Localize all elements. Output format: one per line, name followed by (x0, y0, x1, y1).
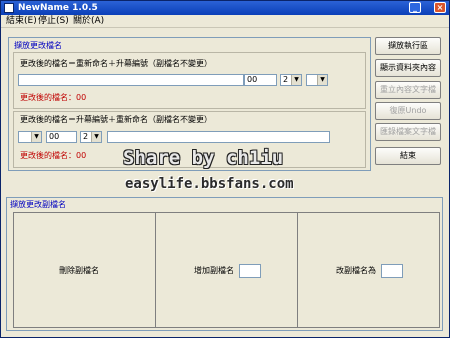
start-number-input-1[interactable]: 00 (244, 74, 277, 86)
digits-value-1: 2 (283, 75, 289, 84)
new-name-input-2[interactable] (107, 131, 330, 143)
show-folder-button[interactable]: 顯示資料夾內容 (375, 59, 441, 77)
minimize-icon[interactable]: _ (409, 2, 421, 13)
chevron-down-icon[interactable]: ▼ (291, 75, 301, 85)
add-extension-input[interactable] (239, 264, 261, 278)
formula-label-1: 更改後的檔名＝重新命名＋升幕編號（副檔名不變更） (20, 59, 212, 68)
result-label-1: 更改後的檔名：00 (20, 93, 87, 102)
undo-button[interactable]: 復原Undo (375, 102, 441, 120)
order-select-1[interactable]: ▼ (306, 74, 328, 86)
digits-select-1[interactable]: 2 ▼ (280, 74, 302, 86)
digits-select-2[interactable]: 2 ▼ (80, 131, 102, 143)
chevron-down-icon[interactable]: ▼ (317, 75, 327, 85)
start-rename-button[interactable]: 擷放執行區 (375, 37, 441, 55)
add-extension-label[interactable]: 增加副檔名 (194, 266, 234, 276)
extension-group: 擷放更改副檔名 刪除副檔名 增加副檔名 改副檔名為 (6, 197, 443, 331)
menu-stop[interactable]: 停止(S) (38, 16, 69, 26)
menu-about[interactable]: 關於(A) (73, 16, 104, 26)
change-extension-cell: 改副檔名為 (297, 212, 440, 328)
digits-value-2: 2 (83, 132, 89, 141)
watermark-line-2: easylife.bbsfans.com (125, 176, 294, 192)
chevron-down-icon[interactable]: ▼ (91, 132, 101, 142)
new-name-input-1[interactable] (18, 74, 244, 86)
delete-extension-cell: 刪除副檔名 (13, 212, 156, 328)
app-window: NewName 1.0.5 _ × 結束(E) 停止(S) 關於(A) 擷放更改… (0, 0, 450, 338)
result-label-2: 更改後的檔名：00 (20, 151, 87, 160)
window-title: NewName 1.0.5 (18, 3, 98, 13)
export-text-button[interactable]: 匯錄檔案文字檔 (375, 123, 441, 141)
rename-group-label: 擷放更改檔名 (14, 41, 62, 50)
menu-bar: 結束(E) 停止(S) 關於(A) (1, 15, 449, 28)
app-icon (4, 3, 14, 13)
menu-exit[interactable]: 結束(E) (6, 16, 37, 26)
start-number-input-2[interactable]: 00 (46, 131, 77, 143)
add-extension-cell: 增加副檔名 (155, 212, 298, 328)
close-icon[interactable]: × (434, 2, 446, 13)
title-bar[interactable]: NewName 1.0.5 _ × (1, 1, 449, 15)
change-extension-input[interactable] (381, 264, 403, 278)
delete-extension-button[interactable]: 刪除副檔名 (59, 266, 99, 276)
exit-button[interactable]: 結束 (375, 147, 441, 165)
change-extension-label[interactable]: 改副檔名為 (336, 266, 376, 276)
extension-group-label: 擷放更改副檔名 (10, 200, 66, 209)
chevron-down-icon[interactable]: ▼ (31, 132, 41, 142)
rename-section-1: 更改後的檔名＝重新命名＋升幕編號（副檔名不變更） 00 2 ▼ ▼ 更改後的檔名… (13, 52, 366, 109)
order-select-2[interactable]: ▼ (18, 131, 42, 143)
rename-file-button[interactable]: 重立內容文字檔 (375, 81, 441, 99)
formula-label-2: 更改後的檔名＝升幕編號＋重新命名（副檔名不變更） (20, 115, 212, 124)
watermark-line-1: Share by ch1iu (123, 147, 284, 169)
